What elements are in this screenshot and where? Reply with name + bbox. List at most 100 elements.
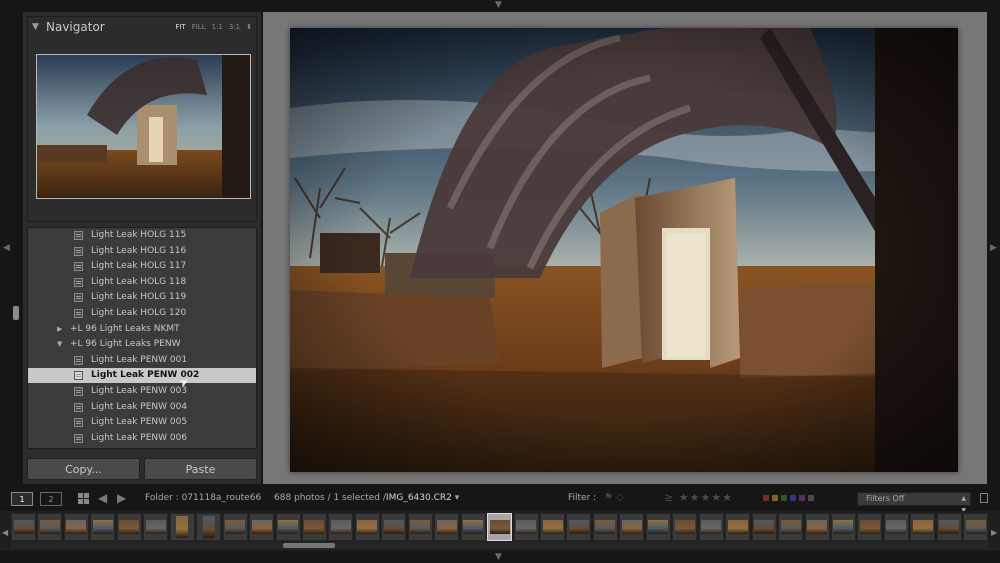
filename-dropdown-icon[interactable]: ▾ xyxy=(452,493,460,503)
preset-item[interactable]: Light Leak HOLG 115 xyxy=(28,228,256,243)
preset-folder-penw[interactable]: ▼ +L 96 Light Leaks PENW xyxy=(28,337,256,352)
zoom-3-1[interactable]: 3:1 xyxy=(229,23,240,31)
preset-item[interactable]: Light Leak PENW 003 xyxy=(28,384,256,399)
preset-item[interactable]: Light Leak PENW 004 xyxy=(28,400,256,415)
filmstrip-thumbnail[interactable] xyxy=(90,513,116,541)
preset-item[interactable]: Light Leak HOLG 117 xyxy=(28,259,256,274)
filter-preset-select[interactable]: Filters Off ▲▼ xyxy=(857,492,971,514)
selected-filename[interactable]: IMG_6430.CR2 xyxy=(386,493,452,503)
red-label-icon[interactable] xyxy=(763,495,769,501)
expand-triangle-icon[interactable]: ▶ xyxy=(57,325,62,333)
flag-filter-icon[interactable]: ⚑ ◇ xyxy=(604,492,624,503)
filmstrip-thumbnail[interactable] xyxy=(222,513,248,541)
top-panel-toggle-icon[interactable]: ▼ xyxy=(495,1,502,10)
thumbnail-image xyxy=(912,520,933,534)
filmstrip-scroll-left-icon[interactable]: ◀ xyxy=(2,528,8,537)
green-label-icon[interactable] xyxy=(781,495,787,501)
filmstrip-thumbnail[interactable] xyxy=(963,513,989,541)
filmstrip-thumbnail[interactable] xyxy=(698,513,724,541)
filmstrip-thumbnail[interactable] xyxy=(407,513,433,541)
filmstrip-thumbnail[interactable] xyxy=(857,513,883,541)
secondary-display-button[interactable]: 2 xyxy=(40,492,62,506)
main-photo[interactable] xyxy=(290,28,958,472)
filmstrip-toolbar: 1 2 ◀ ▶ Folder : 071118a_route66 688 pho… xyxy=(0,487,1000,514)
preset-item[interactable]: Light Leak HOLG 116 xyxy=(28,244,256,259)
zoom-more-icon[interactable]: ⬍ xyxy=(246,23,252,31)
filmstrip-thumbnail[interactable] xyxy=(63,513,89,541)
rating-operator[interactable]: ≥ xyxy=(664,491,674,504)
grid-view-icon[interactable] xyxy=(78,493,89,504)
primary-display-button[interactable]: 1 xyxy=(11,492,33,506)
filmstrip-thumbnail[interactable] xyxy=(566,513,592,541)
preset-item[interactable]: Light Leak PENW 005 xyxy=(28,415,256,430)
zoom-fit[interactable]: FIT xyxy=(175,23,185,31)
zoom-fill[interactable]: FILL xyxy=(192,23,206,31)
filmstrip-thumbnail[interactable] xyxy=(116,513,142,541)
filmstrip-thumbnail[interactable] xyxy=(725,513,751,541)
filmstrip-thumbnail[interactable] xyxy=(275,513,301,541)
collapse-triangle-icon[interactable]: ▼ xyxy=(57,340,62,348)
color-label-filter[interactable] xyxy=(763,495,814,501)
bottom-panel-toggle-icon[interactable]: ▼ xyxy=(495,553,502,562)
photo-count-label[interactable]: 688 photos / 1 selected /IMG_6430.CR2 ▾ xyxy=(274,493,459,503)
filmstrip-thumbnail[interactable] xyxy=(11,513,36,541)
filmstrip-thumbnail[interactable] xyxy=(645,513,671,541)
filmstrip-thumbnail[interactable] xyxy=(672,513,698,541)
filmstrip-thumbnail[interactable] xyxy=(328,513,354,541)
right-panel-toggle-icon[interactable]: ▶ xyxy=(990,244,997,253)
preset-icon xyxy=(74,371,83,381)
collapse-triangle-icon[interactable]: ▼ xyxy=(32,22,39,32)
preset-item-selected[interactable]: Light Leak PENW 002 xyxy=(28,368,256,384)
thumbnail-image xyxy=(278,520,298,534)
filmstrip-thumbnail[interactable] xyxy=(37,513,63,541)
filter-lock-icon[interactable] xyxy=(980,493,988,503)
blue-label-icon[interactable] xyxy=(790,495,796,501)
left-panel-toggle-icon[interactable]: ◀ xyxy=(3,244,10,253)
filmstrip-scrollbar[interactable] xyxy=(11,542,988,549)
folder-source-label[interactable]: Folder : 071118a_route66 xyxy=(145,493,261,503)
zoom-1-1[interactable]: 1:1 xyxy=(212,23,223,31)
filmstrip-thumbnail[interactable] xyxy=(592,513,618,541)
preset-item[interactable]: Light Leak HOLG 120 xyxy=(28,306,256,321)
filmstrip-thumbnail[interactable] xyxy=(778,513,804,541)
gray-label-icon[interactable] xyxy=(808,495,814,501)
copy-button[interactable]: Copy... xyxy=(27,458,140,480)
filmstrip-thumbnail[interactable] xyxy=(513,513,539,541)
filmstrip-thumbnail[interactable] xyxy=(751,513,777,541)
filmstrip-scroll-thumb[interactable] xyxy=(283,543,335,548)
filmstrip-thumbnail[interactable] xyxy=(910,513,936,541)
preset-item[interactable]: Light Leak PENW 001 xyxy=(28,353,256,368)
star-rating-icon[interactable]: ≥ ★★★★★ xyxy=(664,491,733,504)
preset-item[interactable]: Light Leak HOLG 119 xyxy=(28,290,256,305)
back-arrow-icon[interactable]: ◀ xyxy=(98,491,107,505)
filmstrip-thumbnail[interactable] xyxy=(883,513,909,541)
filmstrip-thumbnail[interactable] xyxy=(830,513,856,541)
filmstrip-thumbnail[interactable] xyxy=(381,513,407,541)
navigator-preview[interactable] xyxy=(36,54,251,199)
filmstrip-thumbnail-selected[interactable] xyxy=(487,513,513,541)
panel-scroll-grip[interactable] xyxy=(13,306,19,320)
purple-label-icon[interactable] xyxy=(799,495,805,501)
filmstrip-thumbnail[interactable] xyxy=(169,513,195,541)
filmstrip-thumbnail[interactable] xyxy=(301,513,327,541)
filmstrip-thumbnail[interactable] xyxy=(249,513,275,541)
thumbnail-image xyxy=(119,520,140,534)
yellow-label-icon[interactable] xyxy=(772,495,778,501)
filmstrip-scroll-right-icon[interactable]: ▶ xyxy=(991,528,997,537)
filmstrip-thumbnail[interactable] xyxy=(434,513,460,541)
forward-arrow-icon[interactable]: ▶ xyxy=(117,491,126,505)
preset-item[interactable]: Light Leak HOLG 118 xyxy=(28,275,256,290)
navigator-header[interactable]: ▼ Navigator FIT FILL 1:1 3:1 ⬍ xyxy=(28,17,256,39)
filmstrip-thumbnail[interactable] xyxy=(354,513,380,541)
filmstrip-thumbnail[interactable] xyxy=(804,513,830,541)
filmstrip-thumbnail[interactable] xyxy=(936,513,962,541)
paste-button[interactable]: Paste xyxy=(144,458,257,480)
filmstrip-thumbnail[interactable] xyxy=(540,513,565,541)
filmstrip-thumbnail[interactable] xyxy=(460,513,486,541)
filmstrip-thumbnail[interactable] xyxy=(143,513,169,541)
filmstrip-thumbnail[interactable] xyxy=(196,513,222,541)
filmstrip-thumbnail[interactable] xyxy=(619,513,645,541)
preset-item[interactable]: Light Leak PENW 006 xyxy=(28,431,256,446)
preset-folder-nkmt[interactable]: ▶ +L 96 Light Leaks NKMT xyxy=(28,322,256,337)
thumbnail-image xyxy=(13,520,34,534)
